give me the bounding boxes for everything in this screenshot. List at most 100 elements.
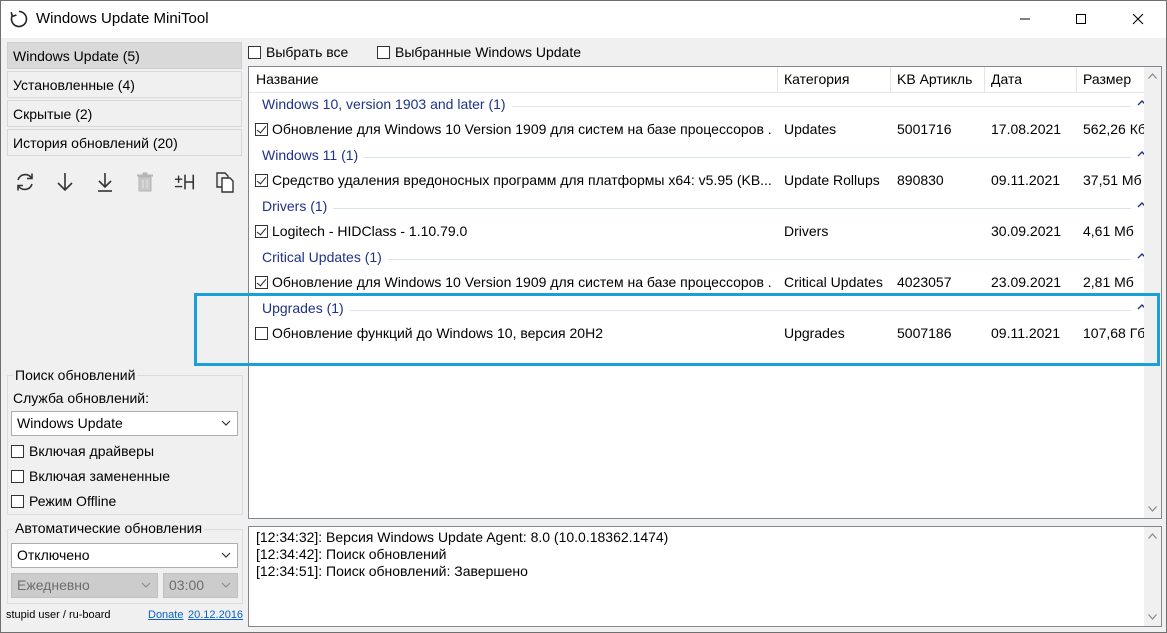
- cell-category: Drivers: [784, 223, 829, 239]
- cell-size: 37,51 Мб: [1083, 172, 1142, 188]
- download-icon: [57, 173, 73, 192]
- log-panel[interactable]: [12:34:32]: Версия Windows Update Agent:…: [248, 526, 1162, 627]
- row-checkbox[interactable]: [255, 174, 268, 187]
- close-icon: [1132, 13, 1144, 25]
- column-separator: [984, 67, 985, 93]
- cell-size: 562,26 Кб: [1083, 121, 1146, 137]
- hide-toggle-button[interactable]: [172, 169, 198, 195]
- delete-button[interactable]: [132, 169, 158, 195]
- chevron-down-icon: [221, 552, 231, 558]
- update-row[interactable]: Logitech - HIDClass - 1.10.79.0 Drivers 30…: [249, 218, 1147, 244]
- main-frame: Windows Update (5) Установленные (4) Скр…: [0, 38, 1167, 633]
- plus-minus-h-icon: [174, 174, 195, 190]
- nav-item-installed[interactable]: Установленные (4): [7, 71, 242, 98]
- select-all-checkbox[interactable]: Выбрать все: [248, 44, 348, 60]
- row-checkbox[interactable]: [255, 225, 268, 238]
- cell-name: Обновление для Windows 10 Version 1909 д…: [272, 121, 772, 137]
- scroll-up-icon[interactable]: [1148, 73, 1157, 79]
- include-superseded-label: Включая замененные: [29, 468, 170, 484]
- selected-updates-checkbox[interactable]: Выбранные Windows Update: [377, 44, 581, 60]
- list-group-header[interactable]: Drivers (1): [249, 196, 1147, 218]
- nav-item-label: Скрытые (2): [13, 106, 93, 122]
- column-header-date[interactable]: Дата: [991, 71, 1022, 87]
- column-header-name[interactable]: Название: [256, 71, 319, 87]
- include-drivers-label: Включая драйверы: [29, 443, 155, 459]
- frequency-select: Ежедневно: [11, 573, 158, 598]
- cell-name: Обновление для Windows 10 Version 1909 д…: [272, 274, 772, 290]
- group-divider: [512, 106, 1131, 107]
- update-row[interactable]: Средство удаления вредоносных программ д…: [249, 167, 1147, 193]
- cell-size: 2,81 Мб: [1083, 274, 1134, 290]
- checkbox-box: [11, 494, 24, 508]
- cell-category: Update Rollups: [784, 172, 880, 188]
- list-group-header[interactable]: Windows 11 (1): [249, 145, 1147, 167]
- cell-size: 4,61 Мб: [1083, 223, 1134, 239]
- search-group-title: Поиск обновлений: [13, 367, 138, 383]
- install-icon: [98, 173, 112, 192]
- nav-item-windows-update[interactable]: Windows Update (5): [7, 42, 242, 69]
- nav-item-history[interactable]: История обновлений (20): [7, 129, 242, 156]
- scroll-down-icon[interactable]: [1148, 614, 1157, 620]
- chevron-down-icon: [221, 582, 231, 588]
- group-divider: [388, 259, 1131, 260]
- update-row[interactable]: Обновление для Windows 10 Version 1909 д…: [249, 116, 1147, 142]
- copy-button[interactable]: [212, 169, 238, 195]
- nav-item-label: Установленные (4): [13, 77, 135, 93]
- column-header-kb[interactable]: KB Артикль: [897, 71, 972, 87]
- nav-item-hidden[interactable]: Скрытые (2): [7, 100, 242, 127]
- cell-date: 23.09.2021: [991, 274, 1062, 290]
- cell-kb: 5001716: [897, 121, 952, 137]
- selected-updates-label: Выбранные Windows Update: [395, 44, 582, 60]
- include-drivers-checkbox[interactable]: Включая драйверы: [11, 443, 154, 459]
- window-title: Windows Update MiniTool: [36, 10, 209, 27]
- checkbox-box: [11, 444, 24, 458]
- column-header-category[interactable]: Категория: [784, 71, 849, 87]
- row-checkbox[interactable]: [255, 123, 268, 136]
- cell-category: Critical Updates: [784, 274, 883, 290]
- checkbox-box: [248, 45, 261, 59]
- list-group-header[interactable]: Critical Updates (1): [249, 247, 1147, 269]
- group-divider: [364, 157, 1131, 158]
- minimize-icon: [1020, 18, 1030, 20]
- cell-kb: 890830: [897, 172, 944, 188]
- service-select[interactable]: Windows Update: [11, 411, 238, 436]
- frequency-value: Ежедневно: [17, 577, 90, 593]
- auto-updates-group-title: Автоматические обновления: [13, 520, 205, 536]
- row-checkbox[interactable]: [255, 276, 268, 289]
- list-group-header[interactable]: Windows 10, version 1903 and later (1): [249, 94, 1147, 116]
- log-scrollbar[interactable]: [1144, 527, 1161, 626]
- copy-icon: [216, 172, 234, 193]
- offline-mode-checkbox[interactable]: Режим Offline: [11, 493, 116, 509]
- offline-mode-label: Режим Offline: [29, 493, 117, 509]
- install-button[interactable]: [92, 169, 118, 195]
- time-select: 03:00: [163, 573, 238, 598]
- scroll-up-icon[interactable]: [1148, 533, 1157, 539]
- service-select-value: Windows Update: [17, 415, 123, 431]
- group-title: Windows 11 (1): [262, 147, 359, 163]
- column-header-size[interactable]: Размер: [1083, 71, 1131, 87]
- trash-icon: [137, 172, 153, 192]
- date-link[interactable]: 20.12.2016: [188, 609, 243, 621]
- auto-mode-value: Отключено: [17, 547, 90, 563]
- download-button[interactable]: [52, 169, 78, 195]
- group-title: Drivers (1): [262, 198, 328, 214]
- chevron-down-icon: [141, 582, 151, 588]
- highlight-frame: [194, 293, 1160, 366]
- include-superseded-checkbox[interactable]: Включая замененные: [11, 468, 170, 484]
- chevron-down-icon: [221, 420, 231, 426]
- cell-date: 09.11.2021: [991, 172, 1061, 188]
- app-refresh-icon: [10, 10, 28, 28]
- cell-date: 17.08.2021: [991, 121, 1062, 137]
- maximize-button[interactable]: [1052, 1, 1110, 37]
- refresh-button[interactable]: [12, 169, 38, 195]
- auto-mode-select[interactable]: Отключено: [11, 543, 238, 568]
- close-button[interactable]: [1109, 1, 1167, 37]
- minimize-button[interactable]: [996, 1, 1054, 37]
- checkbox-box: [377, 45, 390, 59]
- cell-category: Updates: [784, 121, 837, 137]
- scroll-down-icon[interactable]: [1148, 506, 1157, 512]
- log-line: [12:34:32]: Версия Windows Update Agent:…: [256, 529, 669, 545]
- select-all-label: Выбрать все: [266, 44, 349, 60]
- update-row[interactable]: Обновление для Windows 10 Version 1909 д…: [249, 269, 1147, 295]
- donate-link[interactable]: Donate: [148, 609, 183, 621]
